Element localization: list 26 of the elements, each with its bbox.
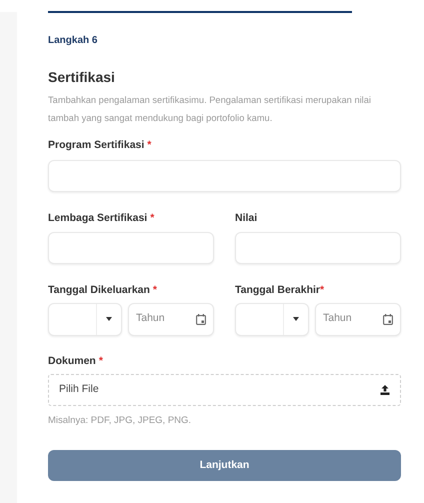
section-description: Tambahkan pengalaman sertifikasimu. Pengalaman sertifikasi merupakan nilai tambah yang sangat mendukung bagi portofolio kamu. [48, 94, 372, 125]
file-picker[interactable]: Pilih File [48, 374, 401, 406]
required-mark: * [152, 284, 158, 296]
file-hint: Misalnya: PDF, JPG, JPEG, PNG. [48, 414, 192, 428]
field-label: Tanggal Dikeluarkan [48, 284, 150, 296]
year-field[interactable]: Tahun [315, 302, 401, 336]
required-mark: * [98, 354, 103, 366]
upload-icon [380, 385, 390, 395]
dropdown-caret-icon [293, 317, 299, 321]
field-label: Nilai [235, 212, 258, 224]
required-mark: * [150, 212, 154, 224]
continue-button[interactable]: Lanjutkan [48, 450, 401, 482]
calendar-icon [383, 314, 393, 324]
field-label: Program Sertifikasi [48, 139, 144, 151]
step-label: Langkah 6 [48, 36, 98, 46]
required-mark: * [320, 284, 324, 296]
section-title: Sertifikasi [48, 70, 116, 84]
month-select[interactable] [48, 302, 122, 336]
field-label: Dokumen [48, 354, 96, 366]
month-select[interactable] [235, 302, 309, 336]
field-label: Lembaga Sertifikasi [48, 212, 148, 224]
year-field[interactable]: Tahun [128, 302, 214, 336]
required-mark: * [147, 139, 152, 151]
dropdown-caret-icon [106, 317, 112, 321]
field-label: Tanggal Berakhir [235, 284, 320, 296]
calendar-icon [196, 314, 206, 324]
